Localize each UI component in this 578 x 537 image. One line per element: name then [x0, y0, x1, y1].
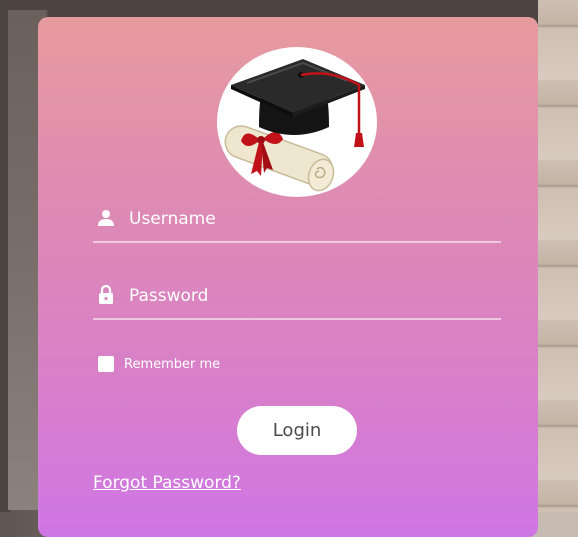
- remember-me-checkbox[interactable]: [98, 356, 114, 372]
- password-input[interactable]: [129, 284, 489, 308]
- lock-icon: [99, 284, 113, 304]
- remember-me[interactable]: Remember me: [98, 355, 220, 373]
- graduation-cap-svg: [224, 59, 365, 192]
- username-field: [93, 201, 501, 243]
- remember-me-label: Remember me: [124, 356, 221, 372]
- password-field: [93, 278, 501, 320]
- login-button[interactable]: Login: [237, 406, 357, 455]
- username-input[interactable]: [129, 207, 489, 231]
- background-wood: [538, 0, 578, 512]
- person-icon: [98, 210, 114, 226]
- graduation-cap-icon: [217, 47, 377, 197]
- forgot-password-link[interactable]: Forgot Password?: [93, 473, 241, 493]
- login-card: Remember me Login Forgot Password?: [38, 17, 538, 537]
